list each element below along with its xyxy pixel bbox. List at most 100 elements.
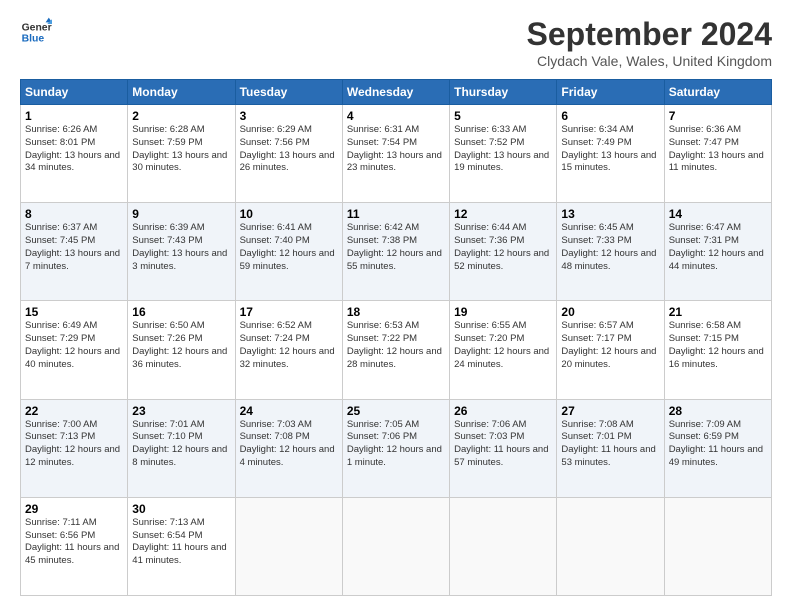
day-number: 21 (669, 305, 767, 319)
day-number: 14 (669, 207, 767, 221)
day-info: Sunrise: 6:36 AM Sunset: 7:47 PM Dayligh… (669, 124, 767, 175)
table-cell: 30 Sunrise: 7:13 AM Sunset: 6:54 PM Dayl… (128, 497, 235, 595)
table-cell: 15 Sunrise: 6:49 AM Sunset: 7:29 PM Dayl… (21, 301, 128, 399)
day-number: 7 (669, 109, 767, 123)
header: General Blue September 2024 Clydach Vale… (20, 16, 772, 69)
day-number: 12 (454, 207, 552, 221)
day-info: Sunrise: 6:53 AM Sunset: 7:22 PM Dayligh… (347, 320, 445, 371)
table-cell: 20 Sunrise: 6:57 AM Sunset: 7:17 PM Dayl… (557, 301, 664, 399)
day-number: 10 (240, 207, 338, 221)
day-number: 5 (454, 109, 552, 123)
svg-text:Blue: Blue (22, 34, 45, 45)
table-cell: 12 Sunrise: 6:44 AM Sunset: 7:36 PM Dayl… (450, 203, 557, 301)
table-cell: 24 Sunrise: 7:03 AM Sunset: 7:08 PM Dayl… (235, 399, 342, 497)
week-row-3: 15 Sunrise: 6:49 AM Sunset: 7:29 PM Dayl… (21, 301, 772, 399)
day-info: Sunrise: 6:52 AM Sunset: 7:24 PM Dayligh… (240, 320, 338, 371)
day-number: 20 (561, 305, 659, 319)
table-cell: 23 Sunrise: 7:01 AM Sunset: 7:10 PM Dayl… (128, 399, 235, 497)
table-cell: 6 Sunrise: 6:34 AM Sunset: 7:49 PM Dayli… (557, 105, 664, 203)
day-info: Sunrise: 6:50 AM Sunset: 7:26 PM Dayligh… (132, 320, 230, 371)
day-number: 24 (240, 404, 338, 418)
day-info: Sunrise: 6:58 AM Sunset: 7:15 PM Dayligh… (669, 320, 767, 371)
table-cell: 18 Sunrise: 6:53 AM Sunset: 7:22 PM Dayl… (342, 301, 449, 399)
svg-text:General: General (22, 22, 52, 33)
day-info: Sunrise: 7:09 AM Sunset: 6:59 PM Dayligh… (669, 419, 767, 470)
table-cell (557, 497, 664, 595)
day-info: Sunrise: 6:37 AM Sunset: 7:45 PM Dayligh… (25, 222, 123, 273)
table-cell: 8 Sunrise: 6:37 AM Sunset: 7:45 PM Dayli… (21, 203, 128, 301)
table-cell: 7 Sunrise: 6:36 AM Sunset: 7:47 PM Dayli… (664, 105, 771, 203)
table-cell: 28 Sunrise: 7:09 AM Sunset: 6:59 PM Dayl… (664, 399, 771, 497)
month-title: September 2024 (527, 16, 772, 53)
table-cell: 4 Sunrise: 6:31 AM Sunset: 7:54 PM Dayli… (342, 105, 449, 203)
week-row-5: 29 Sunrise: 7:11 AM Sunset: 6:56 PM Dayl… (21, 497, 772, 595)
day-info: Sunrise: 6:34 AM Sunset: 7:49 PM Dayligh… (561, 124, 659, 175)
table-cell: 2 Sunrise: 6:28 AM Sunset: 7:59 PM Dayli… (128, 105, 235, 203)
table-cell: 9 Sunrise: 6:39 AM Sunset: 7:43 PM Dayli… (128, 203, 235, 301)
title-block: September 2024 Clydach Vale, Wales, Unit… (527, 16, 772, 69)
table-cell (450, 497, 557, 595)
day-info: Sunrise: 6:33 AM Sunset: 7:52 PM Dayligh… (454, 124, 552, 175)
day-number: 23 (132, 404, 230, 418)
table-cell: 21 Sunrise: 6:58 AM Sunset: 7:15 PM Dayl… (664, 301, 771, 399)
day-number: 27 (561, 404, 659, 418)
day-info: Sunrise: 6:41 AM Sunset: 7:40 PM Dayligh… (240, 222, 338, 273)
header-friday: Friday (557, 80, 664, 105)
table-cell (342, 497, 449, 595)
header-thursday: Thursday (450, 80, 557, 105)
week-row-4: 22 Sunrise: 7:00 AM Sunset: 7:13 PM Dayl… (21, 399, 772, 497)
day-number: 26 (454, 404, 552, 418)
day-info: Sunrise: 6:26 AM Sunset: 8:01 PM Dayligh… (25, 124, 123, 175)
logo: General Blue (20, 16, 52, 48)
day-number: 16 (132, 305, 230, 319)
day-number: 3 (240, 109, 338, 123)
day-info: Sunrise: 7:00 AM Sunset: 7:13 PM Dayligh… (25, 419, 123, 470)
table-cell: 13 Sunrise: 6:45 AM Sunset: 7:33 PM Dayl… (557, 203, 664, 301)
day-info: Sunrise: 6:49 AM Sunset: 7:29 PM Dayligh… (25, 320, 123, 371)
day-info: Sunrise: 6:31 AM Sunset: 7:54 PM Dayligh… (347, 124, 445, 175)
day-number: 25 (347, 404, 445, 418)
day-number: 18 (347, 305, 445, 319)
day-info: Sunrise: 6:57 AM Sunset: 7:17 PM Dayligh… (561, 320, 659, 371)
calendar-table: Sunday Monday Tuesday Wednesday Thursday… (20, 79, 772, 596)
location: Clydach Vale, Wales, United Kingdom (527, 53, 772, 69)
day-info: Sunrise: 7:13 AM Sunset: 6:54 PM Dayligh… (132, 517, 230, 568)
day-number: 2 (132, 109, 230, 123)
table-cell: 3 Sunrise: 6:29 AM Sunset: 7:56 PM Dayli… (235, 105, 342, 203)
calendar-header-row: Sunday Monday Tuesday Wednesday Thursday… (21, 80, 772, 105)
day-info: Sunrise: 6:47 AM Sunset: 7:31 PM Dayligh… (669, 222, 767, 273)
day-info: Sunrise: 7:08 AM Sunset: 7:01 PM Dayligh… (561, 419, 659, 470)
header-sunday: Sunday (21, 80, 128, 105)
day-info: Sunrise: 6:42 AM Sunset: 7:38 PM Dayligh… (347, 222, 445, 273)
day-info: Sunrise: 6:44 AM Sunset: 7:36 PM Dayligh… (454, 222, 552, 273)
table-cell: 5 Sunrise: 6:33 AM Sunset: 7:52 PM Dayli… (450, 105, 557, 203)
header-monday: Monday (128, 80, 235, 105)
day-number: 1 (25, 109, 123, 123)
table-cell (235, 497, 342, 595)
day-info: Sunrise: 7:11 AM Sunset: 6:56 PM Dayligh… (25, 517, 123, 568)
day-number: 19 (454, 305, 552, 319)
day-info: Sunrise: 6:29 AM Sunset: 7:56 PM Dayligh… (240, 124, 338, 175)
page: General Blue September 2024 Clydach Vale… (0, 0, 792, 612)
day-info: Sunrise: 7:03 AM Sunset: 7:08 PM Dayligh… (240, 419, 338, 470)
day-info: Sunrise: 6:39 AM Sunset: 7:43 PM Dayligh… (132, 222, 230, 273)
day-number: 11 (347, 207, 445, 221)
table-cell: 1 Sunrise: 6:26 AM Sunset: 8:01 PM Dayli… (21, 105, 128, 203)
day-number: 13 (561, 207, 659, 221)
table-cell: 27 Sunrise: 7:08 AM Sunset: 7:01 PM Dayl… (557, 399, 664, 497)
day-number: 8 (25, 207, 123, 221)
table-cell: 25 Sunrise: 7:05 AM Sunset: 7:06 PM Dayl… (342, 399, 449, 497)
day-info: Sunrise: 7:06 AM Sunset: 7:03 PM Dayligh… (454, 419, 552, 470)
day-number: 30 (132, 502, 230, 516)
logo-icon: General Blue (20, 16, 52, 48)
day-number: 29 (25, 502, 123, 516)
table-cell: 22 Sunrise: 7:00 AM Sunset: 7:13 PM Dayl… (21, 399, 128, 497)
table-cell: 14 Sunrise: 6:47 AM Sunset: 7:31 PM Dayl… (664, 203, 771, 301)
day-number: 15 (25, 305, 123, 319)
week-row-1: 1 Sunrise: 6:26 AM Sunset: 8:01 PM Dayli… (21, 105, 772, 203)
table-cell: 16 Sunrise: 6:50 AM Sunset: 7:26 PM Dayl… (128, 301, 235, 399)
table-cell: 29 Sunrise: 7:11 AM Sunset: 6:56 PM Dayl… (21, 497, 128, 595)
day-info: Sunrise: 7:01 AM Sunset: 7:10 PM Dayligh… (132, 419, 230, 470)
day-number: 6 (561, 109, 659, 123)
day-info: Sunrise: 6:45 AM Sunset: 7:33 PM Dayligh… (561, 222, 659, 273)
